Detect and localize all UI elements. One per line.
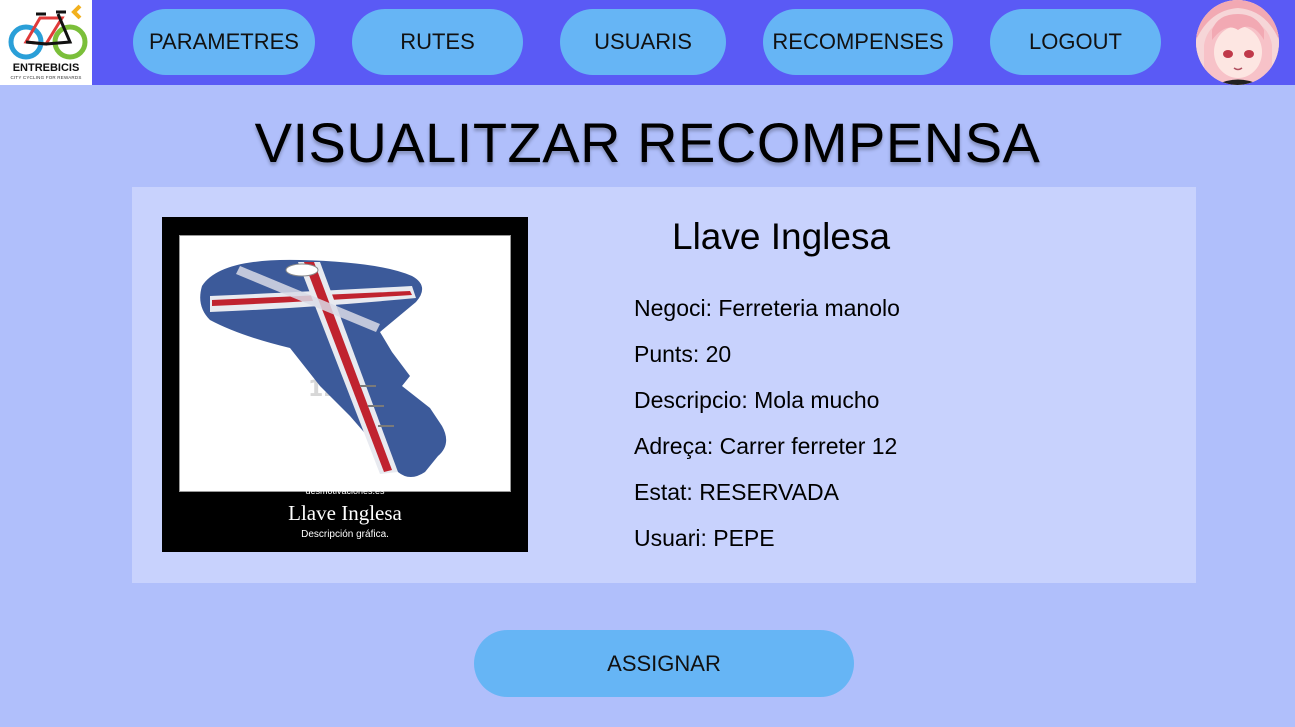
reward-description-field: Descripcio: Mola mucho [634, 387, 880, 413]
image-site-label: desmotivaciones.es [305, 486, 385, 496]
reward-business-field: Negoci: Ferreteria manolo [634, 295, 900, 321]
reward-points-field: Punts: 20 [634, 341, 732, 367]
nav-recompenses-button[interactable]: RECOMPENSES [763, 9, 953, 75]
assign-button[interactable]: ASSIGNAR [474, 630, 854, 697]
reward-image-frame: 123RF [179, 235, 511, 492]
image-caption: Llave Inglesa [288, 501, 402, 525]
user-avatar[interactable] [1196, 0, 1279, 85]
wrench-key-illustration: 123RF [180, 236, 510, 491]
reward-image: 123RF desmotivaciones.es Llave Inglesa D… [162, 217, 528, 552]
brand-logo[interactable]: ENTREBICIS CITY CYCLING FOR REWARDS [0, 0, 92, 85]
nav-logout-button[interactable]: LOGOUT [990, 9, 1161, 75]
page-title: VISUALITZAR RECOMPENSA [254, 111, 1041, 174]
reward-user-field: Usuari: PEPE [634, 525, 775, 551]
reward-name: Llave Inglesa [672, 216, 891, 257]
brand-name: ENTREBICIS [12, 62, 80, 74]
nav-rutes-button[interactable]: RUTES [352, 9, 523, 75]
image-subcaption: Descripción gráfica. [301, 529, 389, 540]
reward-address-field: Adreça: Carrer ferreter 12 [634, 433, 898, 459]
nav-usuaris-button[interactable]: USUARIS [560, 9, 726, 75]
bicycle-logo-icon [8, 4, 88, 60]
brand-tagline: CITY CYCLING FOR REWARDS [10, 75, 82, 80]
nav-parametres-button[interactable]: PARAMETRES [133, 9, 315, 75]
reward-status-field: Estat: RESERVADA [634, 479, 839, 505]
top-navigation-bar: ENTREBICIS CITY CYCLING FOR REWARDS PARA… [0, 0, 1295, 85]
